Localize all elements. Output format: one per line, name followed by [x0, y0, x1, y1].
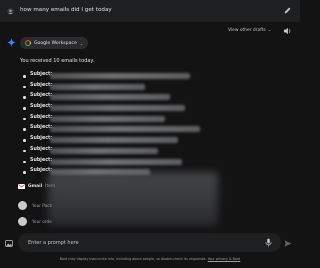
- view-other-drafts[interactable]: View other drafts ⌄: [228, 28, 271, 33]
- gmail-label: Gmail: [28, 184, 43, 189]
- email-item[interactable]: Your Pack: [18, 201, 52, 210]
- chevron-down-icon: ⌄: [267, 28, 272, 33]
- avatar: [18, 217, 27, 226]
- email-item-title: Your Pack: [32, 203, 52, 208]
- bullet: [23, 107, 26, 110]
- source-chip-label: Google Workspace: [34, 40, 77, 46]
- bullet: [23, 128, 26, 131]
- subject-label: Subject:: [30, 82, 53, 88]
- workspace-source-chip[interactable]: Google Workspace ⌄: [20, 37, 89, 49]
- send-icon[interactable]: [284, 240, 292, 247]
- privacy-link[interactable]: Your privacy & Bard: [208, 257, 241, 261]
- redacted-text: [50, 83, 145, 90]
- redacted-text: [50, 73, 190, 79]
- gmail-tail-text: Item: [45, 184, 56, 189]
- bullet: [23, 160, 26, 163]
- redacted-email-preview: [48, 172, 218, 226]
- edit-pencil-icon[interactable]: [283, 6, 292, 15]
- email-item[interactable]: Your orde: [18, 217, 52, 226]
- redacted-text: [50, 126, 200, 133]
- google-workspace-icon: [25, 40, 31, 46]
- query-bar: how many emails did I get today: [0, 0, 300, 22]
- bullet: [23, 85, 26, 89]
- redacted-text: [50, 147, 158, 154]
- subject-label: Subject:: [30, 157, 53, 163]
- gmail-source-row[interactable]: Gmail Item: [18, 184, 55, 189]
- bullet: [23, 117, 26, 121]
- subject-label: Subject:: [30, 146, 53, 152]
- disclaimer: Bard may display inaccurate info, includ…: [0, 257, 300, 261]
- redacted-text: [50, 115, 165, 122]
- bullet: [23, 171, 26, 174]
- gmail-icon: [18, 184, 25, 189]
- email-item-title: Your orde: [32, 219, 52, 224]
- redacted-text: [50, 158, 182, 165]
- subject-label: Subject:: [30, 72, 53, 77]
- subject-label: Subject:: [30, 136, 53, 142]
- speaker-icon[interactable]: [283, 27, 292, 35]
- chevron-down-icon: ⌄: [79, 40, 84, 46]
- prompt-placeholder: Enter a prompt here: [28, 240, 79, 246]
- subject-label: Subject:: [30, 114, 53, 120]
- redacted-text: [50, 105, 185, 112]
- microphone-icon[interactable]: [265, 238, 272, 247]
- bullet: [23, 96, 26, 99]
- prompt-input[interactable]: Enter a prompt here: [18, 233, 281, 252]
- redacted-text: [50, 137, 178, 144]
- subject-label: Subject:: [30, 125, 53, 131]
- subject-label: Subject:: [30, 93, 53, 99]
- avatar: [18, 201, 27, 210]
- user-query: how many emails did I get today: [20, 7, 112, 13]
- disclaimer-text: Bard may display inaccurate info, includ…: [59, 257, 208, 261]
- bard-sparkle-icon: [7, 38, 16, 47]
- subject-label: Subject:: [30, 104, 53, 110]
- bullet: [23, 75, 26, 78]
- user-avatar-icon: [7, 8, 14, 15]
- bullet: [23, 149, 26, 153]
- image-upload-icon[interactable]: [5, 240, 13, 247]
- response-intro: You received 10 emails today.: [20, 58, 95, 64]
- redacted-text: [50, 94, 170, 101]
- bullet: [23, 139, 26, 142]
- view-drafts-label: View other drafts: [228, 28, 266, 33]
